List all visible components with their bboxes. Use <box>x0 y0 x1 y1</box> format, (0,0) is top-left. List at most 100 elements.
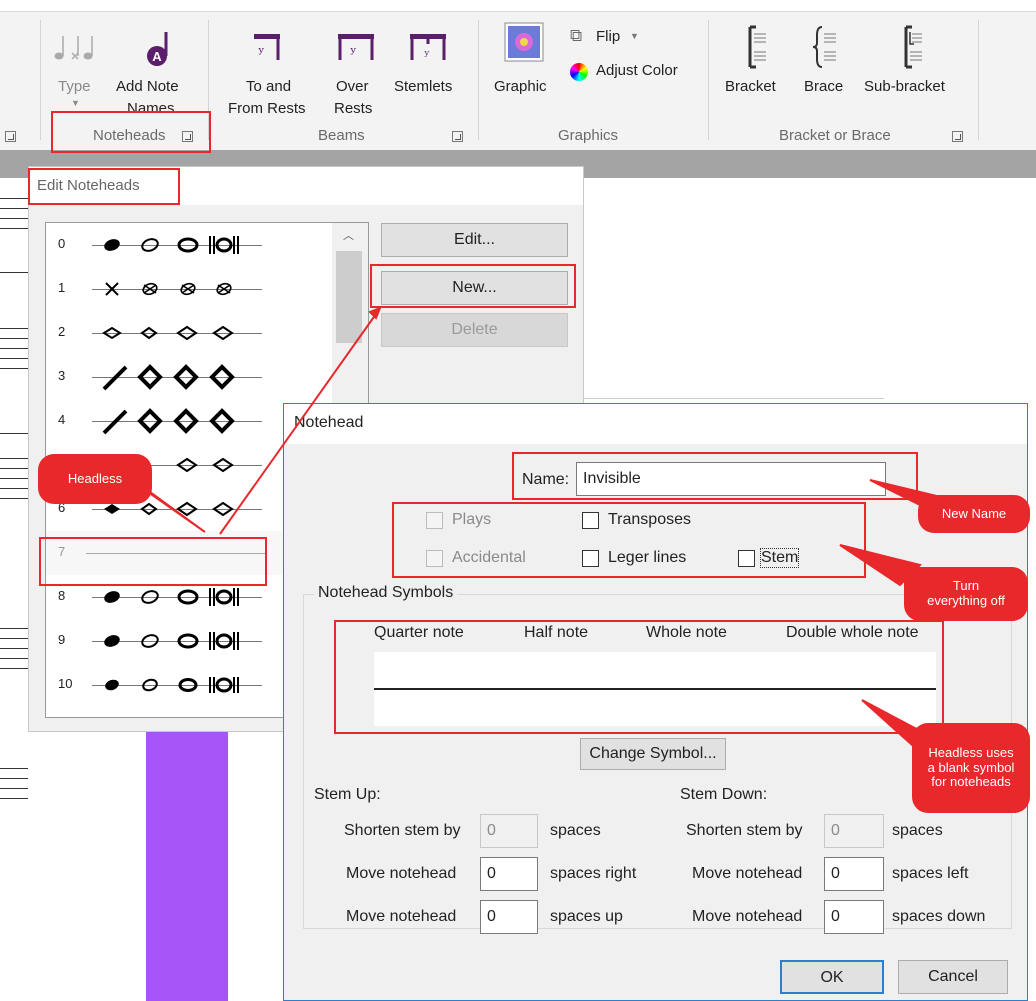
to-from-rests-label-2: From Rests <box>228 100 306 117</box>
over-rests-button[interactable]: ʸ Over Rests <box>326 30 386 125</box>
stem-up-move-right-value: 0 <box>487 865 496 882</box>
stem-up-move-right-label: Move notehead <box>346 865 457 882</box>
highlight-symbols <box>334 620 944 734</box>
stem-up-shorten-unit: spaces <box>550 822 601 839</box>
separator <box>40 20 41 140</box>
adjust-color-button[interactable]: Adjust Color <box>570 62 700 86</box>
row-number: 10 <box>58 676 73 691</box>
stemlets-icon: ʸ <box>410 34 446 64</box>
to-from-rests-button[interactable]: ʸ To and From Rests <box>222 30 318 125</box>
callout-turn-off-text: Turn everything off <box>927 578 1005 608</box>
svg-text:A: A <box>152 49 162 64</box>
list-item[interactable]: 3 <box>46 355 332 399</box>
graphics-group-label: Graphics <box>558 127 619 144</box>
callout-headless-text: Headless <box>67 470 123 486</box>
callout-turn-off: Turn everything off <box>904 567 1028 621</box>
row-number: 9 <box>58 632 66 647</box>
callout-headless-blank-text: Headless uses a blank symbol for notehea… <box>927 744 1015 790</box>
add-note-names-label-1: Add Note <box>116 78 179 95</box>
chevron-up-icon[interactable]: ︿ <box>343 227 354 243</box>
delete-button[interactable]: Delete <box>381 313 568 347</box>
stem-up-shorten-field[interactable]: 0 <box>480 814 538 848</box>
change-symbol-button[interactable]: Change Symbol... <box>580 738 726 770</box>
stem-up-shorten-value: 0 <box>487 822 496 839</box>
row-number: 2 <box>58 324 66 339</box>
bracket-launcher-icon[interactable] <box>952 131 963 142</box>
stem-down-move-left-label: Move notehead <box>692 865 803 882</box>
adjust-color-label: Adjust Color <box>596 62 678 79</box>
notehead-preview <box>105 677 239 693</box>
dialog-titlebar: Notehead <box>284 404 1027 444</box>
beam-over-rest-icon: ʸ <box>338 34 374 62</box>
list-item[interactable]: 0 <box>46 223 332 267</box>
stem-down-shorten-label: Shorten stem by <box>686 822 803 839</box>
stem-down-move-left-field[interactable]: 0 <box>824 857 884 891</box>
stemlets-label: Stemlets <box>394 78 453 95</box>
svg-text:ʸ: ʸ <box>350 43 357 62</box>
highlight-checkboxes <box>392 502 866 578</box>
stem-down-shorten-unit: spaces <box>892 822 943 839</box>
chevron-down-icon: ▼ <box>630 31 639 41</box>
note-type-icon <box>54 36 93 60</box>
ok-button[interactable]: OK <box>780 960 884 994</box>
sub-bracket-icon <box>904 25 922 69</box>
color-wheel-icon <box>570 63 588 81</box>
over-rests-label-2: Rests <box>334 100 373 117</box>
delete-button-label: Delete <box>451 321 498 338</box>
purple-highlight-bar <box>146 728 228 1001</box>
brace-label: Brace <box>804 78 844 95</box>
change-symbol-label: Change Symbol... <box>589 745 717 762</box>
to-from-rests-label-1: To and <box>246 78 292 95</box>
flip-button[interactable]: ⧉ Flip ▼ <box>570 26 650 50</box>
stem-down-move-down-label: Move notehead <box>692 908 803 925</box>
stem-down-label: Stem Down: <box>680 786 768 803</box>
stem-down-move-left-unit: spaces left <box>892 865 969 882</box>
notehead-preview <box>104 236 239 254</box>
separator <box>478 20 479 140</box>
highlight-name-field <box>512 452 918 500</box>
row-number: 0 <box>58 236 66 251</box>
ok-button-label: OK <box>820 969 844 986</box>
highlight-row-7 <box>39 537 267 586</box>
stem-down-move-down-value: 0 <box>831 908 840 925</box>
stem-up-move-up-value: 0 <box>487 908 496 925</box>
prev-group-launcher-icon[interactable] <box>5 131 16 142</box>
ribbon-top-bar <box>0 0 1036 12</box>
stem-down-shorten-field[interactable]: 0 <box>824 814 884 848</box>
svg-text:ʸ: ʸ <box>258 43 265 62</box>
beams-launcher-icon[interactable] <box>452 131 463 142</box>
bracket-label: Bracket <box>725 78 776 95</box>
dialog-title: Notehead <box>294 414 364 431</box>
notehead-preview <box>105 282 232 296</box>
stemlets-button[interactable]: ʸ Stemlets <box>390 30 466 125</box>
cancel-button[interactable]: Cancel <box>898 960 1008 994</box>
row-number: 1 <box>58 280 66 295</box>
bracket-button[interactable]: Bracket <box>720 24 790 124</box>
brace-button[interactable]: Brace <box>796 24 856 124</box>
notehead-preview <box>104 632 239 650</box>
bracket-group-label: Bracket or Brace <box>779 127 891 144</box>
stem-down-move-down-unit: spaces down <box>892 908 986 925</box>
separator <box>708 20 709 140</box>
highlight-new-button <box>370 264 576 308</box>
sub-bracket-button[interactable]: Sub-bracket <box>858 24 968 124</box>
stem-down-move-down-field[interactable]: 0 <box>824 900 884 934</box>
list-item[interactable]: 2 <box>46 311 332 355</box>
list-item[interactable]: 1 <box>46 267 332 311</box>
beams-group-label: Beams <box>318 127 365 144</box>
row-number: 8 <box>58 588 66 603</box>
notehead-preview <box>102 325 234 341</box>
image-icon <box>504 22 544 62</box>
stem-up-move-right-field[interactable]: 0 <box>480 857 538 891</box>
stem-up-label: Stem Up: <box>314 786 381 803</box>
stem-up-move-up-field[interactable]: 0 <box>480 900 538 934</box>
chevron-down-icon: ▼ <box>71 98 80 108</box>
bracket-icon <box>748 25 766 69</box>
edit-button[interactable]: Edit... <box>381 223 568 257</box>
scrollbar-thumb[interactable] <box>336 251 362 343</box>
brace-icon <box>812 26 836 68</box>
stem-up-move-up-unit: spaces up <box>550 908 623 925</box>
graphic-button[interactable]: Graphic <box>490 22 560 126</box>
highlight-edit-noteheads-title <box>28 168 180 205</box>
stem-up-shorten-label: Shorten stem by <box>344 822 461 839</box>
